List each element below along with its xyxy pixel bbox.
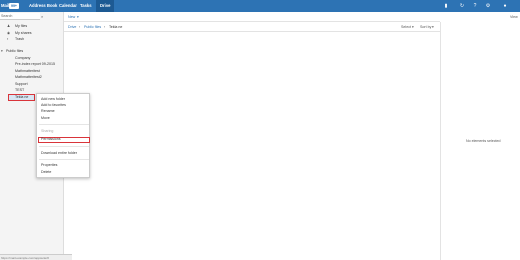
- menu-divider: [39, 159, 89, 160]
- breadcrumb-current: Tekla ne: [109, 25, 123, 29]
- sort-chevron-icon[interactable]: ▾: [432, 22, 434, 32]
- sidebar-folder-pre-index-report[interactable]: Pre-index report 09-2015: [15, 62, 55, 67]
- refresh-icon[interactable]: ↻: [459, 3, 465, 9]
- chevron-down-icon[interactable]: ▾: [1, 49, 3, 54]
- sidebar-folder-company[interactable]: Company: [15, 56, 30, 61]
- share-icon: ◉: [7, 31, 11, 35]
- app-label[interactable]: Mail: [1, 0, 9, 12]
- menu-item-properties[interactable]: Properties: [41, 163, 57, 168]
- sidebar-folder-test[interactable]: TEST: [15, 88, 24, 93]
- menu-item-add-new-folder[interactable]: Add new folder: [41, 97, 65, 102]
- sidebar-folder-tekla-ne[interactable]: Tekla ne: [15, 95, 28, 100]
- empty-selection-text: No elements selected: [466, 139, 501, 143]
- view-button[interactable]: View: [510, 12, 518, 22]
- sidebar-item-my-files[interactable]: My files: [15, 24, 27, 29]
- menu-item-delete[interactable]: Delete: [41, 170, 51, 175]
- main-toolbar: [64, 12, 440, 22]
- top-navigation-bar: Mail 99+ Address Book Calendar Tasks Dri…: [0, 0, 520, 12]
- sidebar-folder-support[interactable]: Support: [15, 82, 28, 87]
- tab-address-book[interactable]: Address Book: [29, 0, 57, 12]
- settings-icon[interactable]: ⚙: [485, 3, 491, 9]
- menu-item-rename[interactable]: Rename: [41, 109, 55, 114]
- menu-item-add-to-favorites[interactable]: Add to favorites: [41, 103, 66, 108]
- breadcrumb-separator: ›: [104, 25, 106, 29]
- new-chevron-icon[interactable]: ▾: [77, 12, 79, 22]
- menu-divider: [39, 124, 89, 125]
- tab-tasks[interactable]: Tasks: [80, 0, 92, 12]
- tab-drive[interactable]: Drive: [100, 0, 110, 12]
- search-input[interactable]: Search: [0, 13, 40, 20]
- help-icon[interactable]: ?: [472, 3, 478, 9]
- sidebar-folder-mathmatteritest[interactable]: Mathmatteritest: [15, 69, 40, 74]
- sort-dropdown[interactable]: Sort by: [420, 22, 431, 32]
- menu-item-permissions[interactable]: Permissions: [41, 137, 61, 142]
- select-dropdown[interactable]: Select: [401, 22, 411, 32]
- user-folder-icon: ♟: [7, 24, 11, 28]
- breadcrumb-root[interactable]: Drive: [68, 22, 76, 32]
- sidebar-item-trash[interactable]: Trash: [15, 37, 24, 42]
- menu-divider: [39, 146, 89, 147]
- tab-calendar[interactable]: Calendar: [59, 0, 77, 12]
- breadcrumb-parent[interactable]: Public files: [84, 22, 101, 32]
- sidebar-item-public-files[interactable]: Public files: [6, 49, 23, 54]
- breadcrumb-separator: ›: [79, 25, 81, 29]
- new-button[interactable]: New: [68, 12, 75, 22]
- trash-icon: ▪: [7, 37, 9, 41]
- user-icon[interactable]: ●: [502, 3, 508, 9]
- sidebar-folder-mathmatteritest2[interactable]: Mathmatteritest2: [15, 75, 42, 80]
- menu-item-download-folder[interactable]: Download entire folder: [41, 151, 77, 156]
- unread-badge: 99+: [9, 3, 19, 9]
- context-menu: Add new folder Add to favorites Rename M…: [36, 93, 90, 178]
- notification-icon[interactable]: ▮: [443, 3, 449, 9]
- select-chevron-icon[interactable]: ▾: [412, 22, 414, 32]
- sidebar-item-my-shares[interactable]: My shares: [15, 31, 32, 36]
- menu-header-sharing: Sharing: [41, 129, 54, 133]
- menu-item-move[interactable]: Move: [41, 116, 50, 121]
- status-bar-url: https://mail.example.com/appsuite/#: [0, 254, 72, 260]
- search-icon[interactable]: ⌕: [41, 13, 43, 20]
